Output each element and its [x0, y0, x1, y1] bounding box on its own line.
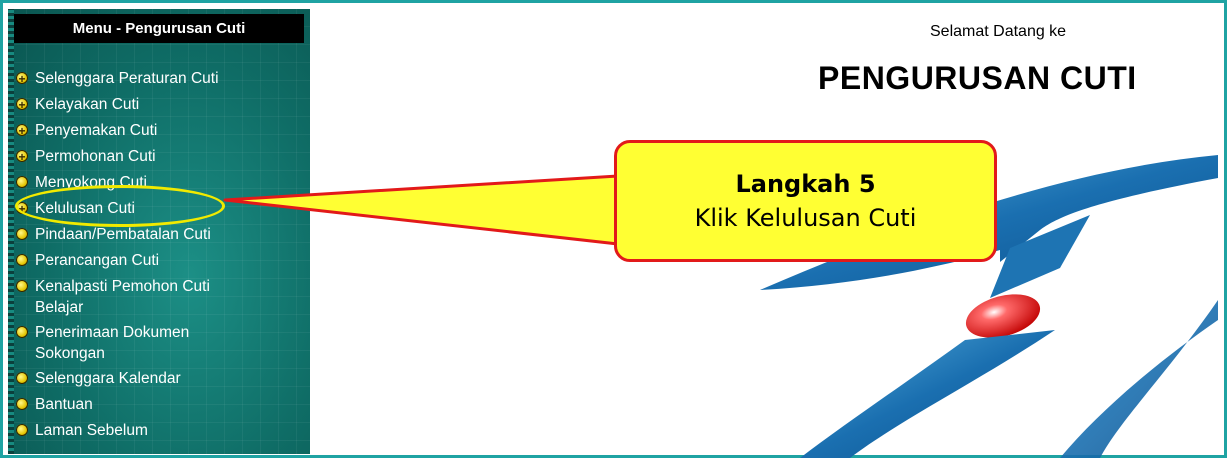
highlight-ellipse [15, 185, 225, 227]
callout-step: Langkah 5 [735, 170, 876, 198]
callout-box: Langkah 5 Klik Kelulusan Cuti [614, 140, 997, 262]
callout-instruction: Klik Kelulusan Cuti [694, 204, 917, 232]
